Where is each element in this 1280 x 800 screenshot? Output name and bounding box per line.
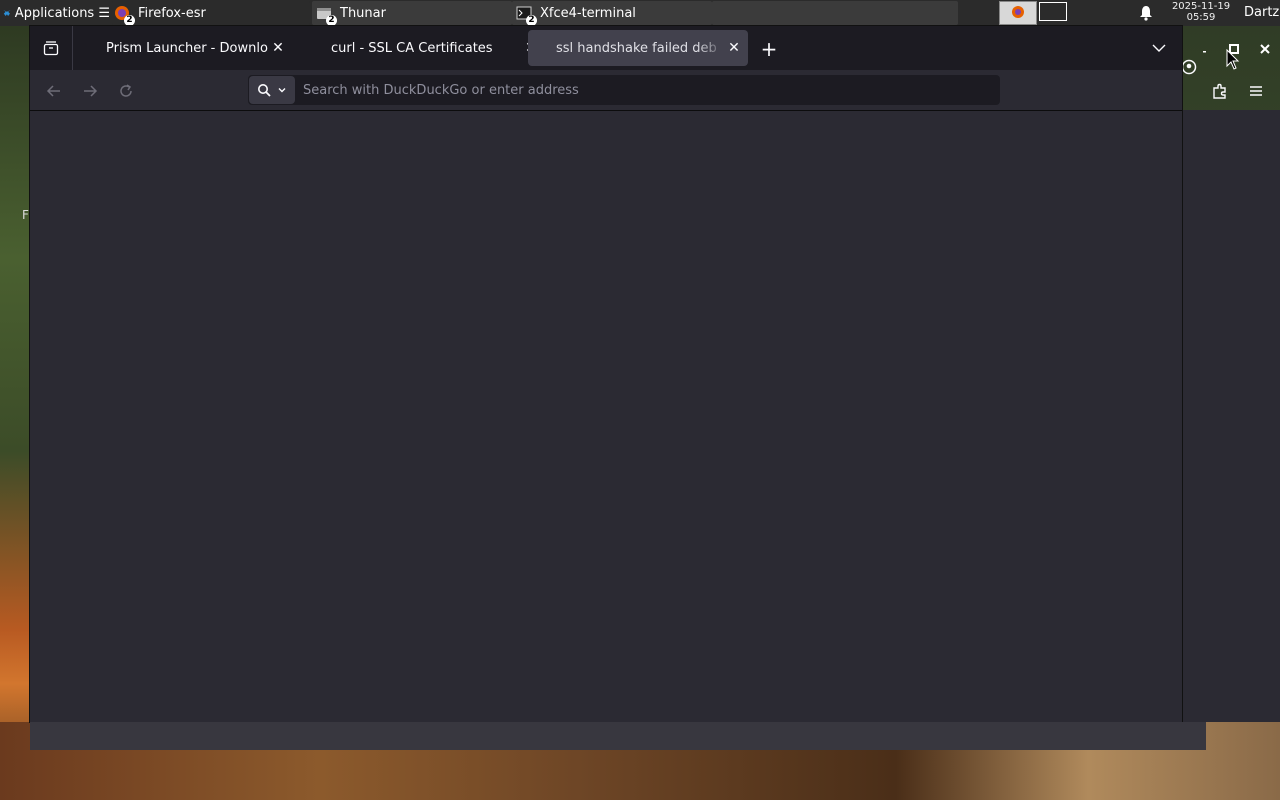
extensions-icon[interactable] xyxy=(1211,82,1229,100)
tab-title: ssl handshake failed deb xyxy=(556,40,717,56)
minimize-icon xyxy=(1203,51,1206,53)
close-icon xyxy=(1260,44,1270,54)
taskbar-item-thunar[interactable]: 2 Thunar xyxy=(312,1,512,25)
tab-ssl-handshake-active[interactable]: ssl handshake failed deb ✕ xyxy=(528,30,748,66)
desktop-icon-label-partial: F xyxy=(22,208,29,222)
window-bottom-edge xyxy=(30,722,1206,750)
wallpaper-left-strip xyxy=(0,26,30,800)
taskbar-item-label: Firefox-esr xyxy=(138,5,206,21)
user-menu[interactable]: Dartz xyxy=(1244,5,1279,20)
new-tab-button[interactable]: + xyxy=(758,37,780,61)
taskbar-item-label: Thunar xyxy=(340,5,386,21)
tab-title: Prism Launcher - Downlo xyxy=(106,40,268,56)
background-window-area xyxy=(1182,110,1280,722)
notification-bell-icon[interactable] xyxy=(1139,5,1153,21)
search-engine-selector[interactable] xyxy=(249,76,295,104)
minimize-button[interactable] xyxy=(1198,40,1216,58)
url-input[interactable] xyxy=(295,75,1000,105)
firefox-mini-icon xyxy=(1012,6,1024,18)
clock-date: 2025-11-19 xyxy=(1171,1,1231,12)
tab-prism-launcher[interactable]: Prism Launcher - Downlo ✕ xyxy=(102,30,292,66)
taskbar-item-terminal[interactable]: 2 Xfce4-terminal xyxy=(512,1,712,25)
taskbar-empty-slot xyxy=(712,1,958,25)
hamburger-menu-icon[interactable] xyxy=(1247,82,1265,100)
search-icon xyxy=(258,84,271,97)
top-panel: Applications ☰ 2 Firefox-esr 2 Thunar 2 … xyxy=(0,0,1280,26)
window-count-badge: 2 xyxy=(326,15,337,25)
workspace-2-button[interactable] xyxy=(1039,2,1067,21)
firefox-view-button[interactable] xyxy=(30,26,73,70)
account-icon[interactable] xyxy=(1181,59,1197,75)
chevron-down-icon xyxy=(278,88,286,93)
address-bar xyxy=(248,75,1000,105)
clock-time: 05:59 xyxy=(1186,12,1216,23)
window-count-badge: 2 xyxy=(526,15,537,25)
firefox-window: Prism Launcher - Downlo ✕ curl - SSL CA … xyxy=(30,26,1182,722)
page-content-area[interactable] xyxy=(30,111,1182,722)
mouse-cursor-icon xyxy=(1226,49,1240,70)
tab-title: curl - SSL CA Certificates xyxy=(331,40,493,56)
tab-curl-ssl[interactable]: curl - SSL CA Certificates ✕ xyxy=(327,30,545,66)
workspace-1-button[interactable] xyxy=(999,1,1037,25)
back-arrow-icon[interactable] xyxy=(45,82,63,100)
tab-close-icon[interactable]: ✕ xyxy=(270,40,286,56)
tab-bar: Prism Launcher - Downlo ✕ curl - SSL CA … xyxy=(30,26,1182,70)
reload-icon[interactable] xyxy=(117,82,135,100)
terminal-icon: 2 xyxy=(516,5,537,25)
forward-arrow-icon[interactable] xyxy=(81,82,99,100)
xfce-logo-icon xyxy=(3,9,11,17)
window-count-badge: 2 xyxy=(124,15,135,25)
firefox-icon: 2 xyxy=(114,5,135,25)
window-close-button[interactable] xyxy=(1256,40,1274,58)
list-all-tabs-chevron-icon[interactable] xyxy=(1150,39,1168,57)
tab-close-icon[interactable]: ✕ xyxy=(726,40,742,56)
panel-clock[interactable]: 2025-11-19 05:59 xyxy=(1164,1,1238,23)
file-manager-icon: 2 xyxy=(316,5,337,25)
taskbar-item-label: Xfce4-terminal xyxy=(540,5,636,21)
applications-menu[interactable]: Applications ☰ xyxy=(0,0,110,26)
firefox-view-icon xyxy=(43,41,59,56)
applications-label: Applications ☰ xyxy=(14,5,110,21)
navigation-toolbar xyxy=(30,70,1182,111)
taskbar-item-firefox[interactable]: 2 Firefox-esr xyxy=(112,1,310,25)
